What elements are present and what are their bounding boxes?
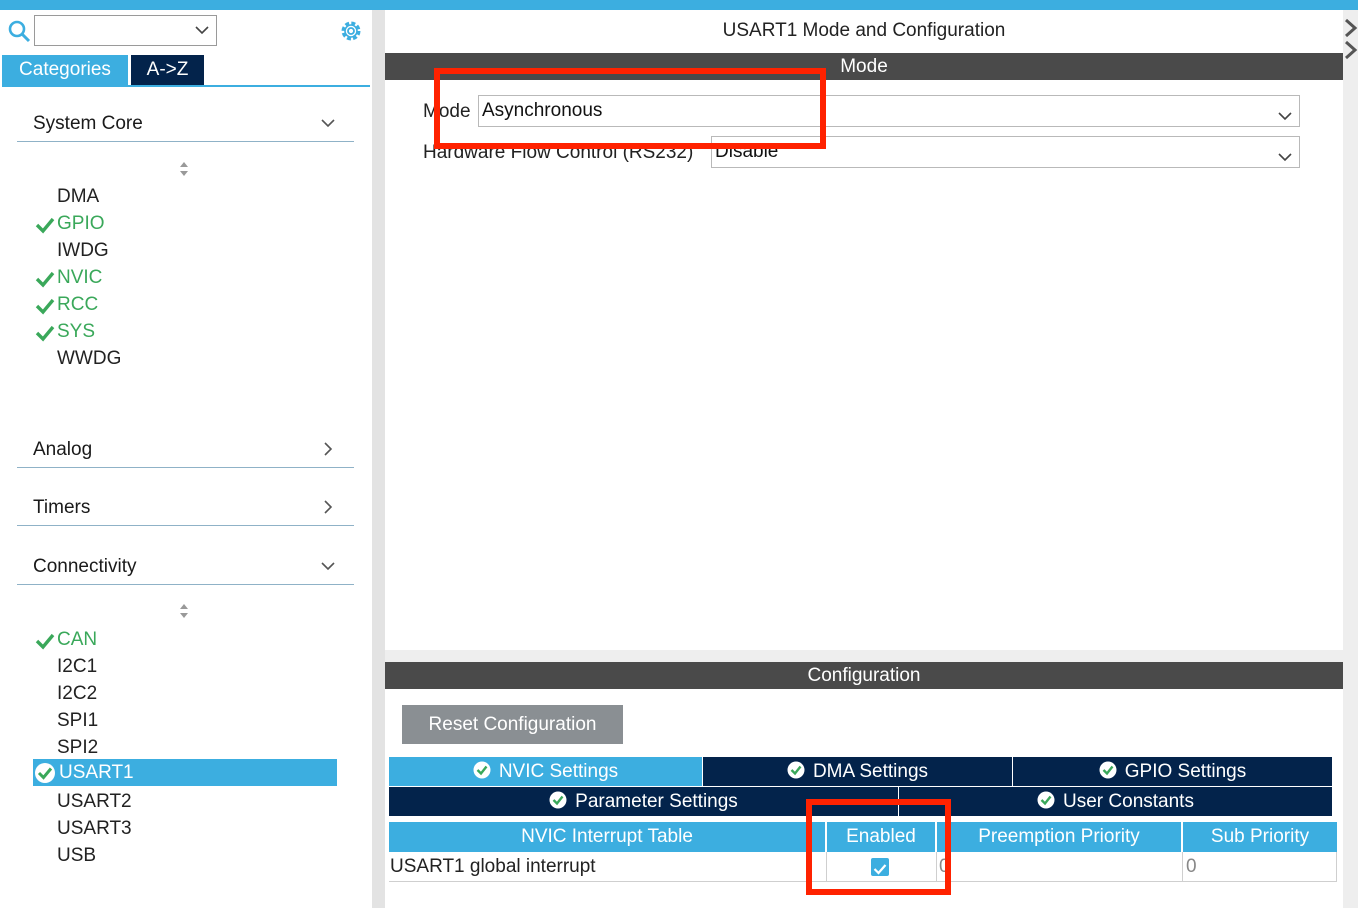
tab-dma-settings[interactable]: DMA Settings [703, 757, 1013, 786]
list-item-rcc[interactable]: RCC [33, 291, 337, 318]
item-label: RCC [57, 294, 99, 315]
list-item-can[interactable]: CAN [33, 626, 337, 653]
category-system-core[interactable]: System Core [17, 108, 354, 142]
tab-label: NVIC Settings [498, 761, 619, 782]
check-circle-icon [1099, 759, 1117, 779]
category-analog[interactable]: Analog [17, 434, 354, 468]
item-label: GPIO [57, 213, 105, 234]
list-item-usart3[interactable]: USART3 [33, 815, 337, 842]
search-icon[interactable] [8, 20, 32, 44]
highlight-box-enabled [806, 799, 951, 895]
tab-underline [2, 85, 370, 87]
highlight-box-mode [434, 68, 826, 149]
item-label: USART3 [57, 818, 132, 839]
tab-nvic-settings[interactable]: NVIC Settings [389, 757, 703, 786]
sort-icon[interactable] [177, 160, 191, 178]
page-title: USART1 Mode and Configuration [722, 20, 1006, 41]
item-label: SYS [57, 321, 96, 342]
list-item-nvic[interactable]: NVIC [33, 264, 337, 291]
item-label: IWDG [57, 240, 109, 261]
item-label: USART1 [59, 762, 134, 783]
tab-categories[interactable]: Categories [2, 55, 128, 85]
reset-configuration-button[interactable]: Reset Configuration [402, 705, 623, 744]
chevron-down-icon [194, 22, 210, 38]
tab-label: DMA Settings [812, 761, 929, 782]
right-scrollbar[interactable] [1343, 10, 1358, 908]
section-divider[interactable] [385, 650, 1343, 662]
list-item-spi1[interactable]: SPI1 [33, 707, 337, 734]
item-label: CAN [57, 629, 98, 650]
tab-gpio-settings[interactable]: GPIO Settings [1013, 757, 1333, 786]
sort-icon[interactable] [177, 602, 191, 620]
check-icon [35, 296, 55, 315]
list-item-usart2[interactable]: USART2 [33, 788, 337, 815]
table-cell-sub-priority[interactable]: 0 [1183, 852, 1337, 882]
column-header-interrupt[interactable]: NVIC Interrupt Table [389, 822, 827, 852]
tab-label: GPIO Settings [1124, 761, 1247, 782]
list-item-iwdg[interactable]: IWDG [33, 237, 337, 264]
category-label: Analog [33, 439, 93, 460]
category-label: Connectivity [33, 556, 137, 577]
category-label: System Core [33, 113, 143, 134]
list-item-gpio[interactable]: GPIO [33, 210, 337, 237]
list-item-i2c2[interactable]: I2C2 [33, 680, 337, 707]
window-top-bar [0, 0, 1358, 10]
check-circle-icon [1037, 789, 1055, 809]
column-header-preemption[interactable]: Preemption Priority [937, 822, 1183, 852]
search-input[interactable] [34, 15, 217, 46]
list-item-dma[interactable]: DMA [33, 183, 337, 210]
check-icon [35, 269, 55, 288]
item-label: SPI2 [57, 737, 99, 758]
list-item-usart1[interactable]: USART1 [33, 759, 337, 786]
item-label: USB [57, 845, 97, 866]
tab-label: User Constants [1063, 791, 1194, 812]
category-label: Timers [33, 497, 91, 518]
chevron-right-icon [320, 499, 336, 515]
list-item-usb[interactable]: USB [33, 842, 337, 869]
item-label: SPI1 [57, 710, 99, 731]
check-icon [35, 215, 55, 234]
list-item-spi2[interactable]: SPI2 [33, 734, 337, 761]
category-connectivity[interactable]: Connectivity [17, 551, 354, 585]
chevron-down-icon [320, 115, 336, 131]
list-item-wwdg[interactable]: WWDG [33, 345, 337, 372]
check-icon [35, 323, 55, 342]
tab-label: Parameter Settings [575, 791, 738, 812]
item-label: NVIC [57, 267, 103, 288]
panel-splitter[interactable] [372, 10, 385, 908]
chevron-down-icon [320, 558, 336, 574]
configuration-section-header: Configuration [385, 662, 1343, 689]
item-label: DMA [57, 186, 100, 207]
check-circle-icon [787, 759, 805, 779]
tab-a-to-z[interactable]: A->Z [131, 55, 204, 85]
chevron-down-icon [1277, 145, 1293, 162]
item-label: I2C1 [57, 656, 98, 677]
check-icon [35, 631, 55, 650]
item-label: WWDG [57, 348, 122, 369]
item-label: I2C2 [57, 683, 98, 704]
list-item-i2c1[interactable]: I2C1 [33, 653, 337, 680]
gear-icon[interactable] [337, 17, 365, 45]
column-header-sub-priority[interactable]: Sub Priority [1183, 822, 1337, 852]
table-cell-preemption[interactable]: 0 [937, 852, 1183, 882]
check-circle-icon [473, 759, 491, 779]
item-label: USART2 [57, 791, 132, 812]
check-circle-icon [34, 762, 56, 784]
tab-user-constants[interactable]: User Constants [899, 787, 1333, 816]
category-timers[interactable]: Timers [17, 492, 354, 526]
chevron-down-icon [1277, 104, 1293, 121]
list-item-sys[interactable]: SYS [33, 318, 337, 345]
table-cell-interrupt-name: USART1 global interrupt [389, 852, 827, 882]
check-circle-icon [549, 789, 567, 809]
chevron-right-icon [320, 441, 336, 457]
